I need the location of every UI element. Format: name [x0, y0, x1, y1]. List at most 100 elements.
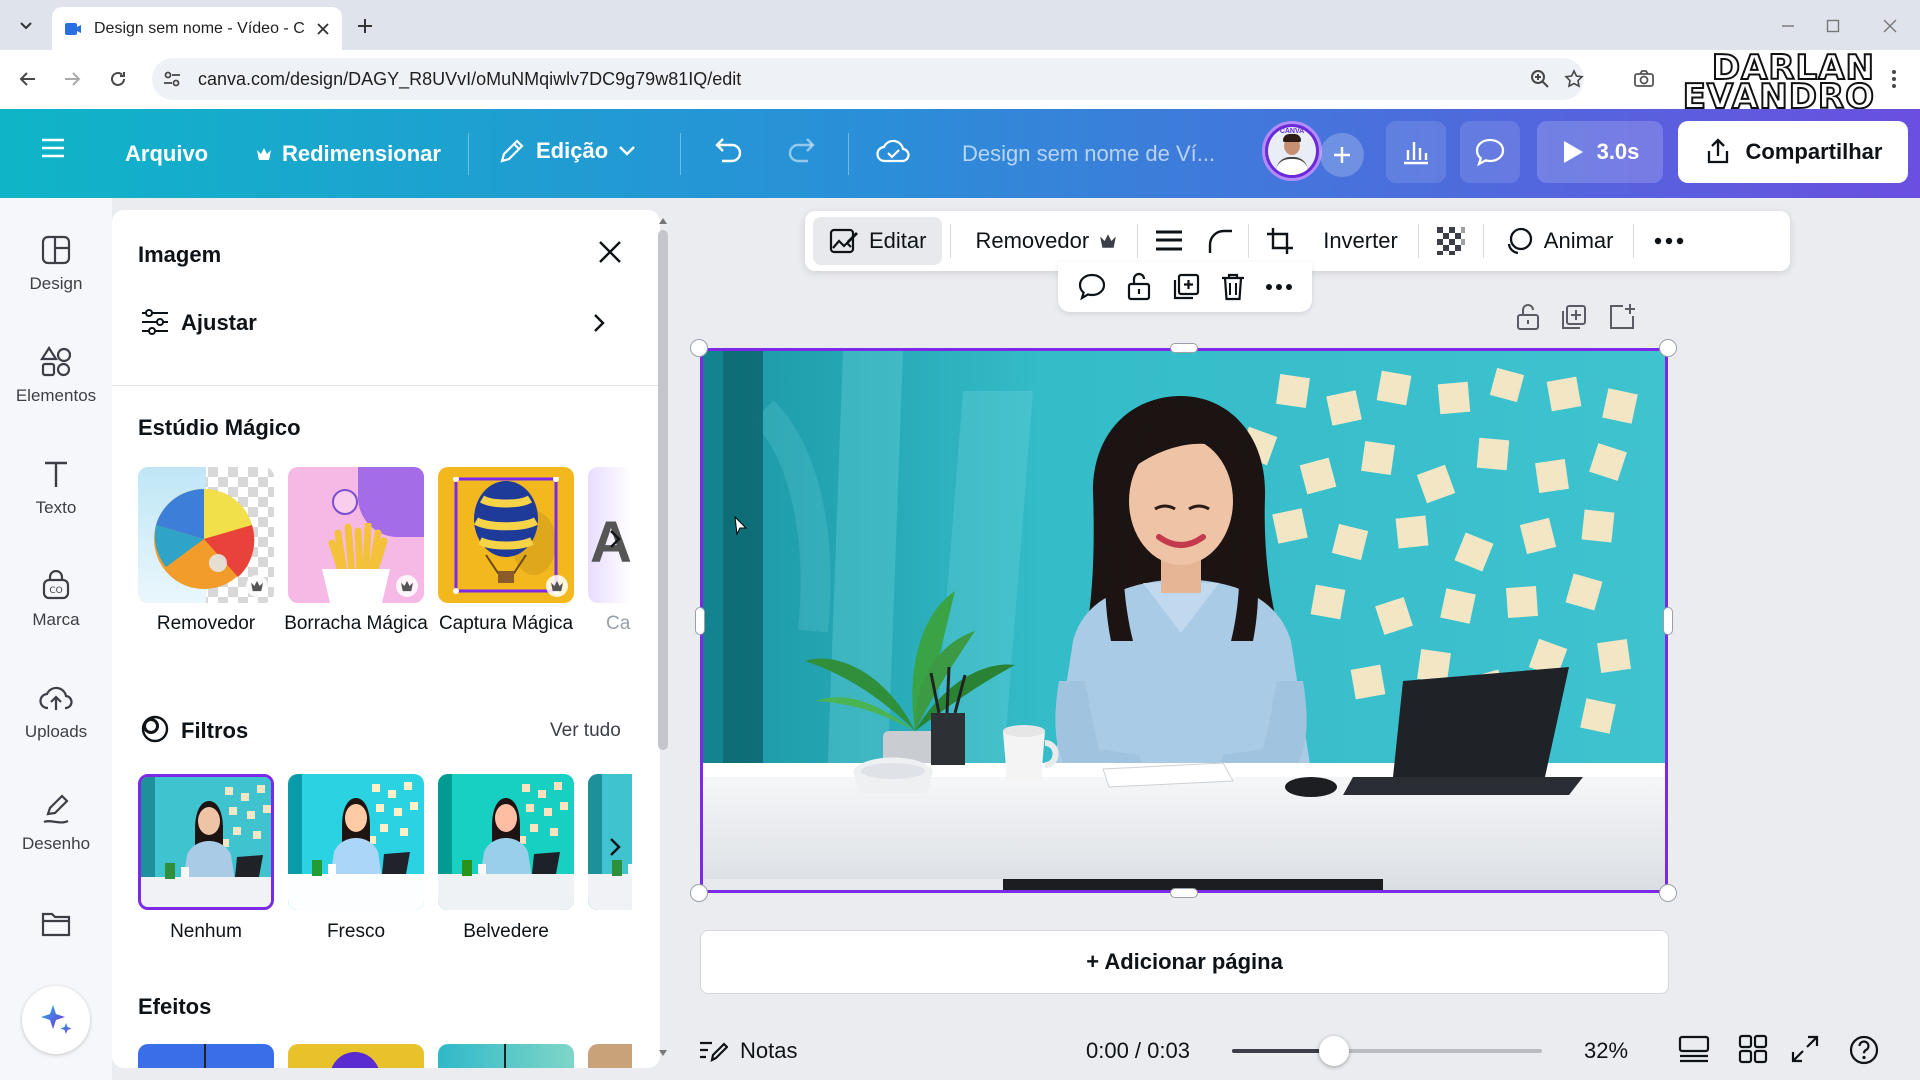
redo-button[interactable] [786, 135, 818, 165]
corner-rounding-button[interactable] [1196, 217, 1244, 265]
tab-close-icon[interactable] [316, 22, 330, 36]
back-arrow-icon[interactable] [10, 61, 46, 97]
effect-thumb[interactable] [438, 1044, 574, 1068]
rail-item-draw[interactable]: Desenho [0, 794, 112, 854]
edit-image-label: Editar [869, 228, 927, 253]
zoom-magnifier-icon[interactable] [1530, 69, 1550, 89]
rail-item-brand[interactable]: CO Marca [0, 570, 112, 630]
magic-tool-eraser[interactable] [288, 467, 424, 603]
header-divider [468, 133, 469, 175]
main-menu-button[interactable] [40, 137, 66, 159]
edit-mode-dropdown[interactable]: Edição [498, 137, 636, 165]
url-input[interactable]: canva.com/design/DAGY_R8UVvI/oMuNMqiwlv7… [152, 58, 1584, 100]
resize-handle-bottom-left[interactable] [690, 884, 708, 902]
svg-text:CO: CO [49, 586, 62, 596]
cloud-save-status[interactable] [876, 137, 910, 165]
browser-tab-active[interactable]: Design sem nome - Vídeo - Canva [52, 7, 342, 50]
add-collaborator-button[interactable] [1320, 133, 1364, 177]
crop-button[interactable] [1253, 217, 1307, 265]
camera-icon[interactable] [1626, 61, 1662, 97]
tab-list-chevron-icon[interactable] [8, 7, 44, 43]
timeline-slider-knob[interactable] [1319, 1036, 1350, 1066]
panel-scrollbar[interactable] [656, 218, 670, 1058]
bookmark-star-icon[interactable] [1564, 69, 1584, 89]
magic-tool-grab[interactable] [438, 467, 574, 603]
filter-thumb-belvedere[interactable] [438, 774, 574, 910]
new-tab-plus-icon[interactable] [347, 8, 383, 44]
resize-handle-left[interactable] [695, 607, 705, 635]
add-page-label: + Adicionar página [1086, 949, 1283, 974]
file-menu-button[interactable]: Arquivo [125, 141, 208, 167]
rail-item-uploads[interactable]: Uploads [0, 682, 112, 742]
design-page-image[interactable] [700, 348, 1668, 893]
notes-button[interactable]: Notas [698, 1038, 797, 1064]
lock-open-icon[interactable] [1126, 272, 1152, 302]
filters-next-arrow[interactable] [608, 836, 622, 858]
rail-item-projects[interactable] [0, 910, 112, 938]
bg-remover-button[interactable]: Removedor [959, 217, 1133, 265]
panel-scroll-thumb[interactable] [658, 230, 668, 750]
add-page-button[interactable]: + Adicionar página [700, 930, 1669, 994]
window-close-icon[interactable] [1872, 8, 1908, 44]
reload-icon[interactable] [100, 61, 136, 97]
comment-add-icon[interactable] [1077, 272, 1107, 302]
more-options-button[interactable] [1638, 217, 1700, 265]
toolbar-divider [950, 224, 952, 258]
undo-button[interactable] [712, 135, 744, 165]
help-button[interactable] [1848, 1034, 1880, 1066]
add-page-icon[interactable] [1607, 302, 1637, 338]
shapes-icon [40, 346, 72, 378]
window-maximize-icon[interactable] [1815, 8, 1851, 44]
lock-page-icon[interactable] [1515, 302, 1541, 338]
flip-button[interactable]: Inverter [1307, 217, 1414, 265]
border-style-button[interactable] [1142, 217, 1196, 265]
resize-handle-top-right[interactable] [1659, 339, 1677, 357]
rail-item-design[interactable]: Design [0, 234, 112, 294]
edit-mode-label: Edição [536, 138, 609, 163]
insights-button[interactable] [1386, 121, 1446, 183]
filters-see-all-link[interactable]: Ver tudo [550, 720, 621, 742]
duplicate-page-icon[interactable] [1559, 302, 1589, 338]
adjust-row[interactable]: Ajustar [112, 294, 660, 352]
effect-thumb[interactable] [588, 1044, 632, 1068]
header-divider [680, 133, 681, 175]
comments-button[interactable] [1460, 121, 1520, 183]
filter-thumb-none[interactable] [138, 774, 274, 910]
pages-view-button[interactable] [1678, 1034, 1710, 1064]
grid-view-button[interactable] [1738, 1034, 1768, 1064]
magic-tools-next-arrow[interactable] [608, 528, 622, 550]
design-title-input[interactable]: Design sem nome de Ví... [962, 141, 1215, 167]
filter-thumb-fresco[interactable] [288, 774, 424, 910]
animate-button[interactable]: Animar [1488, 217, 1630, 265]
resize-button[interactable]: Redimensionar [256, 141, 441, 167]
play-preview-button[interactable]: 3.0s [1537, 121, 1663, 183]
magic-tool-remover[interactable] [138, 467, 274, 603]
resize-handle-top-left[interactable] [690, 339, 708, 357]
resize-handle-top[interactable] [1170, 343, 1198, 353]
zoom-level[interactable]: 32% [1584, 1038, 1628, 1064]
resize-handle-right[interactable] [1663, 607, 1673, 635]
effect-thumb[interactable] [138, 1044, 274, 1068]
resize-handle-bottom[interactable] [1170, 888, 1198, 898]
fullscreen-button[interactable] [1790, 1034, 1820, 1064]
effect-thumb[interactable] [288, 1044, 424, 1068]
mouse-pointer-icon [734, 516, 748, 536]
window-minimize-icon[interactable] [1770, 8, 1806, 44]
site-settings-icon[interactable] [162, 69, 182, 89]
duplicate-icon[interactable] [1171, 272, 1201, 302]
panel-close-button[interactable] [596, 238, 624, 266]
forward-arrow-icon[interactable] [54, 61, 90, 97]
avatar[interactable]: CANVA [1262, 121, 1322, 181]
edit-image-button[interactable]: Editar [813, 217, 943, 265]
rail-item-text[interactable]: Texto [0, 458, 112, 518]
trash-icon[interactable] [1220, 272, 1246, 302]
resize-handle-bottom-right[interactable] [1659, 884, 1677, 902]
browser-menu-kebab-icon[interactable] [1876, 61, 1912, 97]
toolbar-divider [1417, 224, 1419, 258]
share-button[interactable]: Compartilhar [1678, 121, 1908, 183]
timeline-slider[interactable] [1232, 1036, 1542, 1066]
transparency-button[interactable] [1423, 217, 1479, 265]
more-horizontal-icon[interactable] [1265, 283, 1293, 291]
magic-assistant-button[interactable] [22, 986, 90, 1054]
rail-item-elements[interactable]: Elementos [0, 346, 112, 406]
